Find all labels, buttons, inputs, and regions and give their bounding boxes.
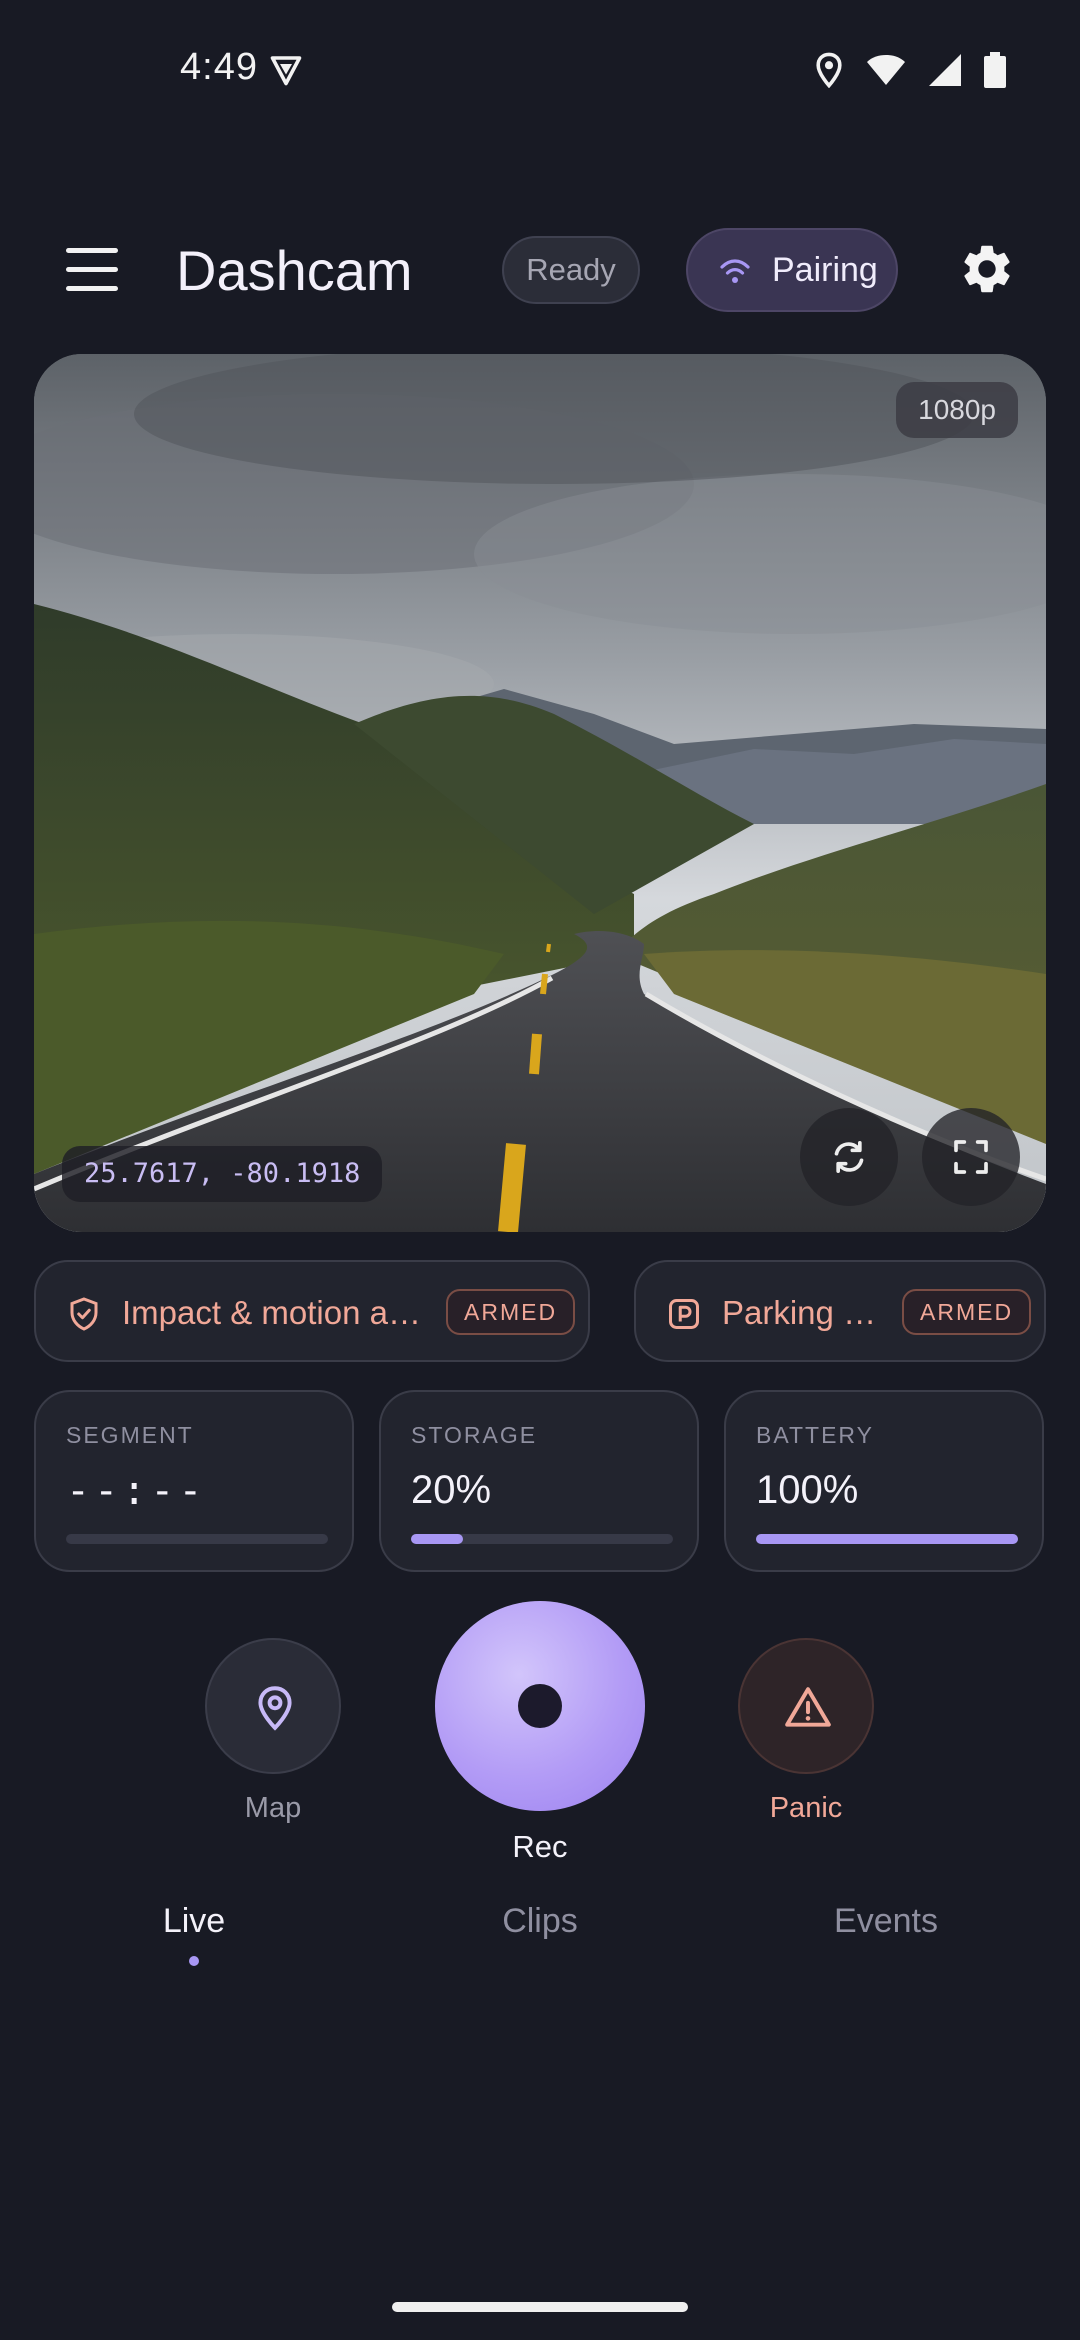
gps-coordinates: 25.7617, -80.1918 [62, 1146, 383, 1202]
active-tab-indicator [189, 1956, 199, 1966]
tab-events[interactable]: Events [786, 1902, 986, 1941]
battery-progress-fill [756, 1534, 1018, 1544]
settings-gear-icon[interactable] [958, 240, 1016, 298]
battery-value: 100% [756, 1468, 859, 1512]
storage-value: 20% [411, 1468, 492, 1512]
segment-card: SEGMENT --:-- [34, 1390, 354, 1572]
impact-motion-alert[interactable]: Impact & motion ar... ARMED [34, 1260, 590, 1362]
pairing-label: Pairing [772, 251, 878, 289]
signal-icon [929, 54, 961, 86]
vpn-icon [270, 56, 302, 86]
battery-progress [756, 1534, 1018, 1544]
map-label: Map [244, 1792, 302, 1824]
panic-label: Panic [769, 1792, 843, 1824]
parking-mode-alert[interactable]: Parking mo... ARMED [634, 1260, 1046, 1362]
refresh-icon [834, 1141, 864, 1173]
record-dot-icon [518, 1684, 562, 1728]
armed-badge: ARMED [902, 1289, 1032, 1335]
fullscreen-icon [954, 1140, 988, 1174]
impact-motion-label: Impact & motion ar... [122, 1294, 422, 1331]
storage-progress-fill [411, 1534, 464, 1544]
map-button[interactable] [205, 1638, 341, 1774]
shield-icon [70, 1297, 98, 1331]
battery-icon [984, 52, 1006, 88]
stat-caption: STORAGE [411, 1422, 538, 1448]
wifi-icon [867, 55, 905, 85]
segment-progress [66, 1534, 328, 1544]
armed-badge: ARMED [446, 1289, 576, 1335]
ready-chip[interactable]: Ready [502, 236, 640, 304]
storage-progress [411, 1534, 673, 1544]
resolution-badge: 1080p [896, 382, 1018, 438]
warning-triangle-icon [785, 1687, 831, 1727]
stat-caption: BATTERY [756, 1422, 874, 1448]
parking-mode-label: Parking mo... [722, 1294, 898, 1331]
status-bar: 4:49 [0, 0, 1080, 140]
map-pin-icon [258, 1686, 292, 1731]
tab-clips[interactable]: Clips [440, 1902, 640, 1941]
switch-camera-button[interactable] [800, 1108, 898, 1206]
fullscreen-button[interactable] [922, 1108, 1020, 1206]
stat-caption: SEGMENT [66, 1422, 194, 1448]
tab-live[interactable]: Live [94, 1902, 294, 1941]
panic-button[interactable] [738, 1638, 874, 1774]
wifi-pairing-icon [720, 259, 750, 283]
segment-value: --:-- [66, 1468, 207, 1514]
page-title: Dashcam [176, 239, 413, 302]
app-bar: Dashcam Ready Pairing [0, 220, 1080, 320]
pairing-chip[interactable]: Pairing [686, 228, 898, 312]
storage-card: STORAGE 20% [379, 1390, 699, 1572]
status-time: 4:49 [180, 46, 258, 88]
parking-icon [669, 1299, 699, 1329]
camera-preview[interactable]: 1080p 25.7617, -80.1918 [34, 354, 1046, 1232]
rec-label: Rec [512, 1829, 568, 1864]
home-indicator[interactable] [392, 2302, 688, 2312]
battery-card: BATTERY 100% [724, 1390, 1044, 1572]
menu-icon[interactable] [62, 242, 122, 298]
record-button[interactable] [435, 1601, 645, 1811]
location-icon [816, 52, 842, 88]
road-scene-image [34, 354, 1046, 1232]
